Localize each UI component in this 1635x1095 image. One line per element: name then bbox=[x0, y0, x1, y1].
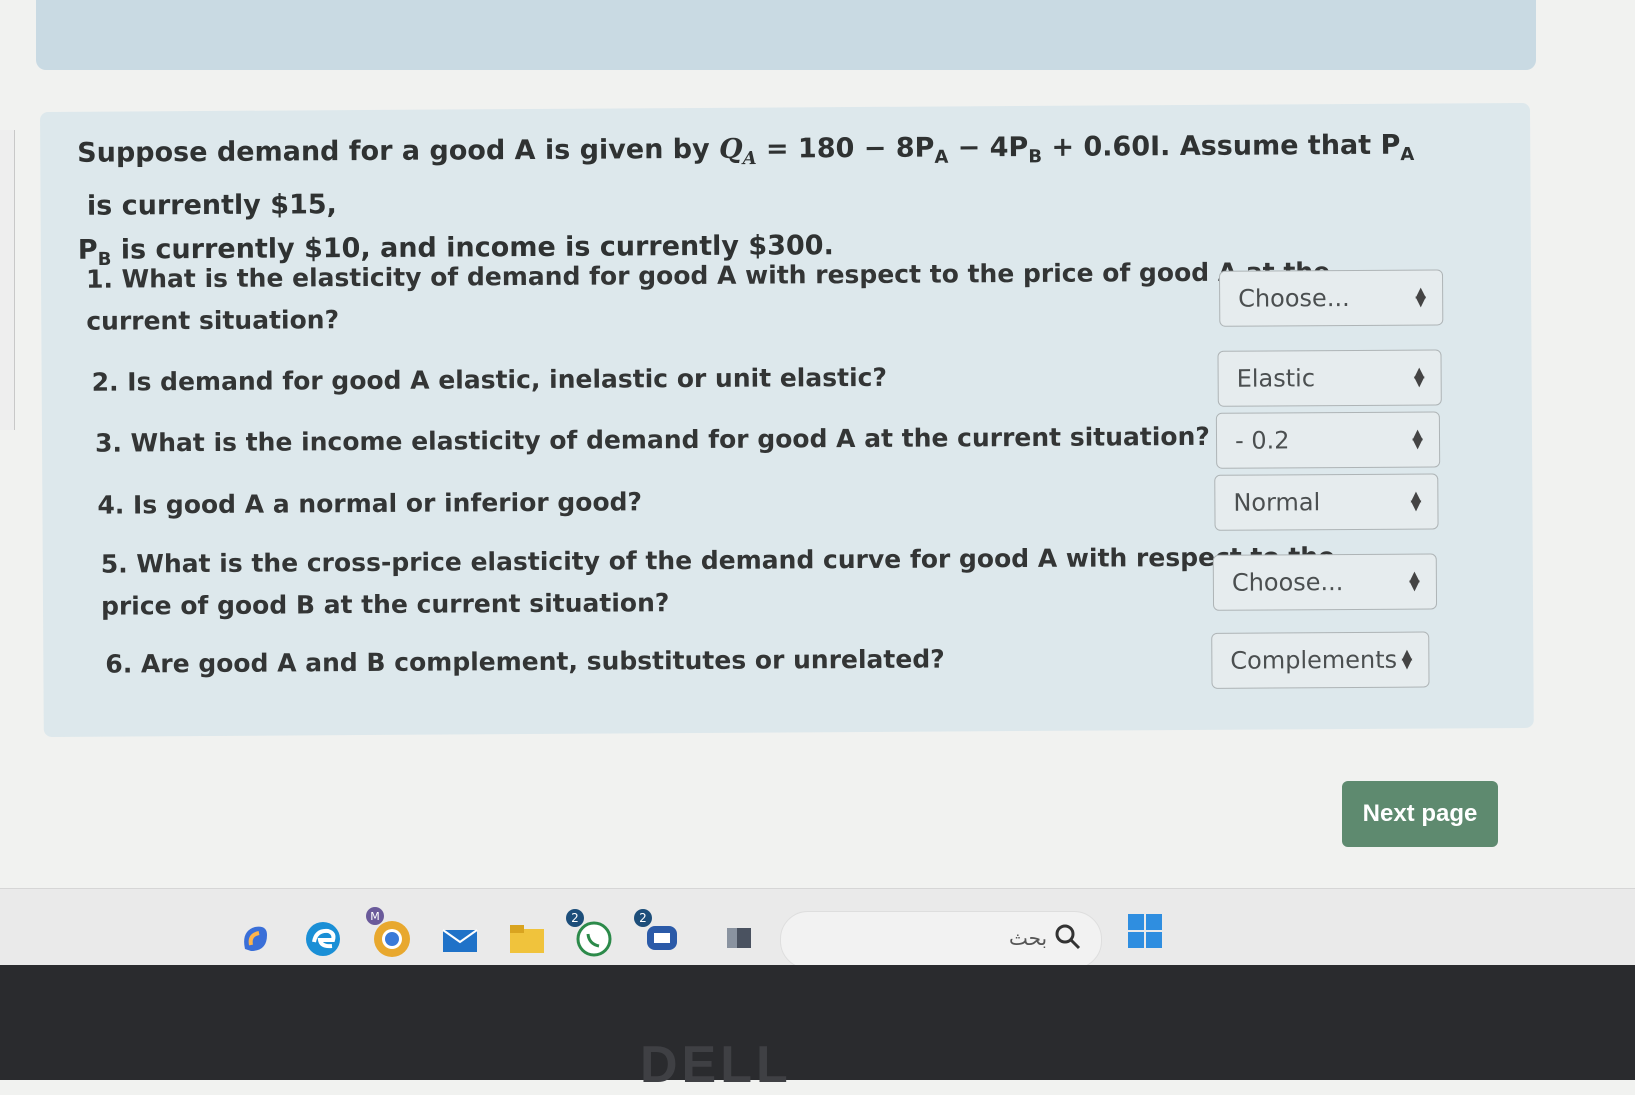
select-arrows-icon: ▲ ▼ bbox=[1413, 364, 1425, 390]
formula-part3: + 0.60I bbox=[1041, 131, 1161, 163]
whatsapp-badge: 2 bbox=[566, 909, 584, 927]
formula-part2: − 4P bbox=[948, 131, 1029, 164]
taskbar: M 2 2 بحث bbox=[0, 888, 1635, 969]
formula-sub-a: A bbox=[742, 148, 757, 170]
monitor-bezel bbox=[0, 965, 1635, 1080]
question-5-text-2: price of good B at the current situation… bbox=[100, 588, 670, 621]
select-arrows-icon: ▲ ▼ bbox=[1401, 646, 1413, 672]
chrome-icon[interactable]: M bbox=[366, 907, 412, 959]
copilot-icon[interactable] bbox=[235, 919, 275, 959]
mail-icon[interactable] bbox=[440, 919, 480, 959]
question-1: 1. What is the elasticity of demand for … bbox=[86, 251, 1331, 343]
select-4-value: Normal bbox=[1233, 488, 1321, 517]
select-1-value: Choose... bbox=[1238, 284, 1350, 313]
browser-top-band bbox=[36, 0, 1536, 70]
question-3: 3. What is the income elasticity of dema… bbox=[95, 416, 1210, 465]
question-5: 5. What is the cross-price elasticity of… bbox=[101, 536, 1336, 628]
taskbar-search[interactable]: بحث bbox=[780, 911, 1102, 969]
left-edge-strip bbox=[0, 130, 15, 430]
whatsapp-icon[interactable]: 2 bbox=[566, 909, 614, 959]
answer-select-5[interactable]: Choose... ▲ ▼ bbox=[1212, 553, 1438, 611]
select-6-value: Complements bbox=[1230, 645, 1398, 675]
search-icon bbox=[1053, 922, 1083, 956]
answer-select-6[interactable]: Complements ▲ ▼ bbox=[1211, 631, 1430, 689]
windows-start-icon[interactable] bbox=[1125, 911, 1165, 951]
intro-text3: is currently $15, bbox=[77, 189, 337, 223]
chat-badge: 2 bbox=[634, 909, 652, 927]
question-1-text-2: current situation? bbox=[86, 305, 340, 336]
formula-q: Q bbox=[718, 133, 743, 165]
select-5-value: Choose... bbox=[1231, 568, 1344, 597]
intro-text2: . Assume that P bbox=[1160, 129, 1401, 163]
question-card: Suppose demand for a good A is given by … bbox=[40, 102, 1534, 737]
question-5-text: 5. What is the cross-price elasticity of… bbox=[100, 542, 1336, 579]
select-arrows-icon: ▲ ▼ bbox=[1412, 426, 1424, 452]
profile-badge: M bbox=[366, 907, 384, 925]
monitor-brand-logo: DELL bbox=[640, 1036, 792, 1094]
formula-sub-b: B bbox=[1028, 146, 1043, 168]
answer-select-4[interactable]: Normal ▲ ▼ bbox=[1214, 473, 1439, 531]
edge-icon[interactable] bbox=[303, 919, 343, 959]
chat-icon[interactable]: 2 bbox=[634, 909, 682, 959]
select-3-value: - 0.2 bbox=[1234, 426, 1290, 455]
formula-part: = 180 − 8P bbox=[756, 132, 935, 165]
question-6: 6. Are good A and B complement, substitu… bbox=[105, 638, 945, 685]
answer-select-2[interactable]: Elastic ▲ ▼ bbox=[1217, 349, 1442, 407]
file-explorer-icon[interactable] bbox=[507, 919, 547, 959]
next-page-label: Next page bbox=[1362, 800, 1478, 827]
question-6-text: 6. Are good A and B complement, substitu… bbox=[105, 644, 945, 679]
question-1-text: 1. What is the elasticity of demand for … bbox=[85, 257, 1331, 294]
question-2-text: 2. Is demand for good A elastic, inelast… bbox=[91, 362, 888, 397]
answer-select-1[interactable]: Choose... ▲ ▼ bbox=[1218, 269, 1444, 327]
select-2-value: Elastic bbox=[1236, 364, 1316, 393]
question-4-text: 4. Is good A a normal or inferior good? bbox=[97, 487, 643, 520]
answer-select-3[interactable]: - 0.2 ▲ ▼ bbox=[1215, 411, 1441, 469]
search-label: بحث bbox=[1009, 926, 1048, 950]
formula-sub-a2: A bbox=[934, 146, 949, 168]
pa-sub: A bbox=[1400, 143, 1415, 166]
select-arrows-icon: ▲ ▼ bbox=[1409, 568, 1420, 594]
next-page-button[interactable]: Next page bbox=[1342, 781, 1498, 847]
question-2: 2. Is demand for good A elastic, inelast… bbox=[92, 357, 888, 404]
question-3-text: 3. What is the income elasticity of dema… bbox=[94, 421, 1210, 458]
select-arrows-icon: ▲ ▼ bbox=[1415, 284, 1427, 310]
intro-text: Suppose demand for a good A is given by bbox=[77, 133, 720, 169]
question-4: 4. Is good A a normal or inferior good? bbox=[97, 481, 642, 526]
app-icon[interactable] bbox=[720, 919, 760, 959]
select-arrows-icon: ▲ ▼ bbox=[1410, 488, 1422, 514]
